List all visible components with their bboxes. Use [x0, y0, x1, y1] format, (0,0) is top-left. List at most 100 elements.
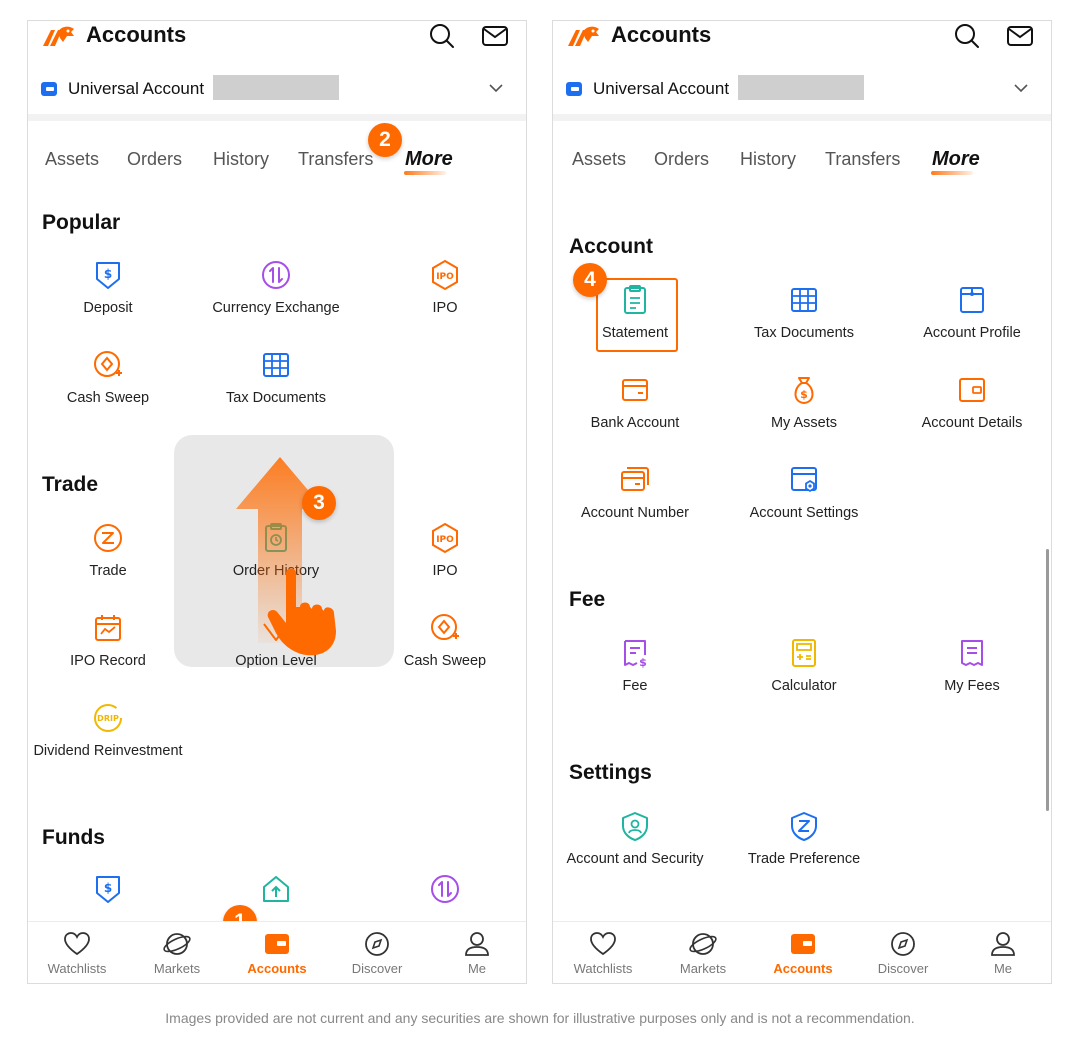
- menu-item-deposit[interactable]: $ Deposit: [28, 259, 192, 317]
- wallet-icon: [791, 934, 815, 954]
- menu-item-label: Tax Documents: [754, 325, 854, 341]
- trade-preference-icon: [791, 812, 817, 841]
- menu-item-label: Dividend Reinvestment: [33, 743, 183, 759]
- mail-icon[interactable]: [481, 22, 509, 50]
- account-selector[interactable]: Universal Account: [553, 71, 1051, 109]
- menu-item-label: Account and Security: [566, 851, 704, 867]
- nav-me[interactable]: Me: [953, 930, 1051, 976]
- section-title-trade: Trade: [42, 473, 99, 496]
- search-icon[interactable]: [953, 22, 981, 50]
- nav-discover[interactable]: Discover: [327, 930, 427, 976]
- menu-item-label: Deposit: [83, 300, 133, 316]
- tab-transfers[interactable]: Transfers: [825, 147, 900, 171]
- deposit-icon[interactable]: $: [92, 873, 124, 905]
- tab-bar: Assets Orders History Transfers More: [28, 147, 526, 177]
- planet-icon: [163, 933, 191, 955]
- menu-item-calculator[interactable]: Calculator: [720, 637, 888, 695]
- nav-label: Markets: [679, 961, 727, 976]
- nav-accounts[interactable]: Accounts: [227, 930, 327, 976]
- menu-item-account-security[interactable]: Account and Security: [553, 810, 719, 868]
- search-icon[interactable]: [428, 22, 456, 50]
- menu-item-cash-sweep-trade[interactable]: Cash Sweep: [361, 612, 526, 670]
- divider: [28, 114, 526, 121]
- menu-item-account-profile[interactable]: Account Profile: [888, 284, 1051, 342]
- ipo-record-icon: [95, 615, 121, 641]
- chevron-down-icon[interactable]: [488, 81, 504, 95]
- currency-exchange-icon[interactable]: [429, 873, 461, 905]
- menu-item-dividend-reinvestment[interactable]: DRIP Dividend Reinvestment: [28, 702, 192, 760]
- menu-item-label: IPO Record: [70, 653, 146, 669]
- nav-me[interactable]: Me: [427, 930, 526, 976]
- menu-item-ipo-trade[interactable]: IPO IPO: [361, 522, 526, 580]
- disclaimer-text: Images provided are not current and any …: [165, 1010, 915, 1026]
- step-badge-2: 2: [368, 123, 402, 157]
- menu-item-label: My Fees: [944, 678, 1000, 694]
- house-transfer-icon[interactable]: [260, 873, 292, 905]
- menu-item-label: Cash Sweep: [403, 653, 487, 669]
- planet-icon: [689, 933, 717, 955]
- menu-item-fee[interactable]: $ Fee: [553, 637, 719, 695]
- menu-item-tax-documents[interactable]: Tax Documents: [720, 284, 888, 342]
- divider: [553, 114, 1051, 121]
- person-icon: [465, 932, 489, 956]
- account-name: Universal Account: [68, 79, 205, 98]
- tab-orders[interactable]: Orders: [127, 147, 182, 171]
- account-selector[interactable]: Universal Account: [28, 71, 526, 109]
- nav-label: Me: [993, 961, 1013, 976]
- menu-item-my-assets[interactable]: $ My Assets: [720, 374, 888, 432]
- scrollbar[interactable]: [1046, 549, 1049, 811]
- nav-watchlists[interactable]: Watchlists: [553, 930, 653, 976]
- tab-assets[interactable]: Assets: [45, 147, 99, 171]
- menu-item-account-settings[interactable]: Account Settings: [720, 464, 888, 522]
- menu-item-label: Cash Sweep: [66, 390, 150, 406]
- menu-item-account-details[interactable]: Account Details: [888, 374, 1051, 432]
- menu-item-trade[interactable]: Trade: [28, 522, 192, 580]
- menu-item-ipo-record[interactable]: IPO Record: [28, 612, 192, 670]
- menu-item-label: Account Profile: [923, 325, 1021, 341]
- nav-label: Watchlists: [573, 961, 633, 976]
- menu-item-tax-documents[interactable]: Tax Documents: [192, 349, 360, 407]
- tab-more[interactable]: More: [405, 147, 453, 171]
- wallet-icon: [265, 934, 289, 954]
- menu-item-label: Fee: [622, 678, 648, 694]
- menu-item-bank-account[interactable]: Bank Account: [553, 374, 719, 432]
- menu-item-label: Trade Preference: [747, 851, 861, 867]
- menu-item-label: IPO: [432, 563, 458, 579]
- nav-accounts[interactable]: Accounts: [753, 930, 853, 976]
- menu-item-ipo[interactable]: IPO IPO: [361, 259, 526, 317]
- nav-markets[interactable]: Markets: [127, 930, 227, 976]
- nav-markets[interactable]: Markets: [653, 930, 753, 976]
- tab-more[interactable]: More: [932, 147, 980, 171]
- nav-label: Markets: [153, 961, 201, 976]
- tab-bar: Assets Orders History Transfers More: [553, 147, 1051, 177]
- fee-icon: $: [624, 640, 647, 669]
- mail-icon[interactable]: [1006, 22, 1034, 50]
- tab-history[interactable]: History: [213, 147, 269, 171]
- tab-assets[interactable]: Assets: [572, 147, 626, 171]
- svg-text:IPO: IPO: [436, 535, 454, 545]
- account-name: Universal Account: [593, 79, 730, 98]
- tab-transfers[interactable]: Transfers: [298, 147, 373, 171]
- section-title-account: Account: [569, 235, 653, 258]
- menu-item-trade-preference[interactable]: Trade Preference: [720, 810, 888, 868]
- menu-item-label: Calculator: [771, 678, 837, 694]
- menu-item-account-number[interactable]: Account Number: [553, 464, 719, 522]
- nav-discover[interactable]: Discover: [853, 930, 953, 976]
- nav-watchlists[interactable]: Watchlists: [28, 930, 127, 976]
- menu-item-currency-exchange[interactable]: Currency Exchange: [192, 259, 360, 317]
- currency-exchange-icon: [262, 261, 290, 289]
- tab-history[interactable]: History: [740, 147, 796, 171]
- menu-item-label: My Assets: [770, 415, 838, 431]
- money-bag-icon: $: [794, 377, 814, 405]
- compass-icon: [891, 932, 915, 956]
- menu-item-cash-sweep[interactable]: Cash Sweep: [28, 349, 192, 407]
- calculator-icon: [792, 639, 816, 667]
- chevron-down-icon[interactable]: [1013, 81, 1029, 95]
- tab-orders[interactable]: Orders: [654, 147, 709, 171]
- menu-item-my-fees[interactable]: My Fees: [888, 637, 1051, 695]
- section-title-fee: Fee: [569, 588, 606, 611]
- cash-sweep-icon: [431, 614, 459, 640]
- menu-item-label: IPO: [432, 300, 458, 316]
- step-badge-3: 3: [302, 486, 336, 520]
- account-details-icon: [959, 378, 985, 402]
